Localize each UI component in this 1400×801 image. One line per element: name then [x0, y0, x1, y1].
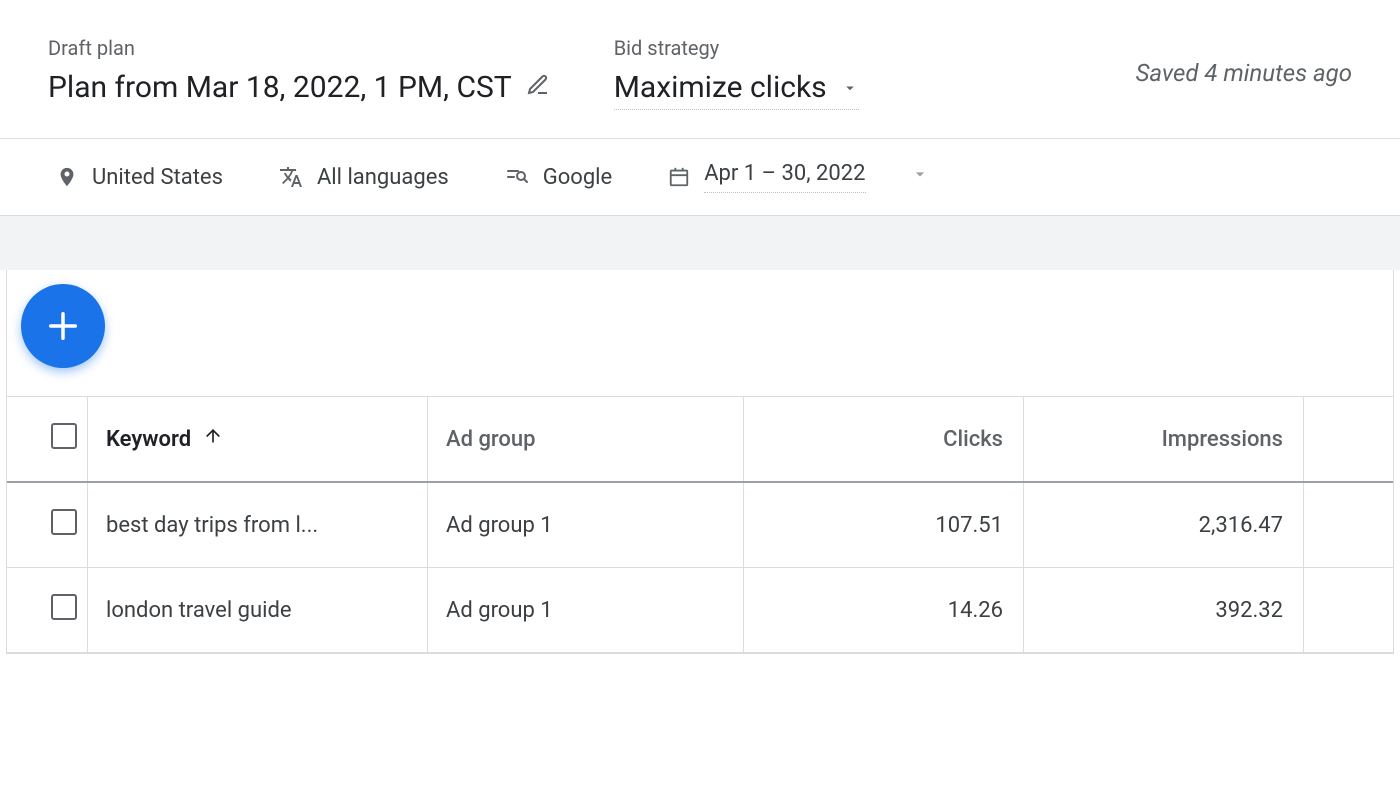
- cell-spacer: [1304, 482, 1394, 568]
- bid-group: Bid strategy Maximize clicks: [614, 36, 859, 110]
- location-filter[interactable]: United States: [56, 165, 223, 190]
- network-value: Google: [543, 165, 612, 190]
- header-keyword-label: Keyword: [106, 427, 191, 452]
- plan-name-row: Plan from Mar 18, 2022, 1 PM, CST: [48, 70, 550, 105]
- header-impressions[interactable]: Impressions: [1024, 397, 1304, 482]
- cell-keyword: best day trips from l...: [88, 482, 428, 568]
- header-spacer: [1304, 397, 1394, 482]
- content-gap: [0, 216, 1400, 270]
- plan-label: Draft plan: [48, 36, 550, 60]
- row-checkbox[interactable]: [51, 594, 77, 620]
- header-keyword[interactable]: Keyword: [88, 397, 428, 482]
- keyword-table-card: Keyword Ad group Clicks Impressions best…: [6, 270, 1394, 654]
- sort-arrow-up-icon: [203, 426, 223, 452]
- bid-strategy-dropdown[interactable]: Maximize clicks: [614, 70, 859, 110]
- cell-impressions: 2,316.47: [1024, 482, 1304, 568]
- language-filter[interactable]: All languages: [279, 165, 449, 190]
- language-value: All languages: [317, 165, 449, 190]
- date-range-filter[interactable]: Apr 1 – 30, 2022: [668, 161, 929, 193]
- add-keyword-button[interactable]: [21, 284, 105, 368]
- cell-clicks: 107.51: [744, 482, 1024, 568]
- cell-keyword: london travel guide: [88, 568, 428, 653]
- table-row: london travel guideAd group 114.26392.32: [7, 568, 1393, 653]
- date-range-value: Apr 1 – 30, 2022: [704, 161, 865, 186]
- saved-status: Saved 4 minutes ago: [1136, 59, 1352, 87]
- keyword-table: Keyword Ad group Clicks Impressions best…: [7, 397, 1393, 653]
- cell-adgroup: Ad group 1: [428, 568, 744, 653]
- page-header: Draft plan Plan from Mar 18, 2022, 1 PM,…: [0, 0, 1400, 139]
- bid-label: Bid strategy: [614, 36, 859, 60]
- table-header-row: Keyword Ad group Clicks Impressions: [7, 397, 1393, 482]
- cell-adgroup: Ad group 1: [428, 482, 744, 568]
- search-network-icon: [505, 165, 529, 189]
- row-checkbox-cell: [7, 482, 88, 568]
- cell-impressions: 392.32: [1024, 568, 1304, 653]
- caret-down-icon: [841, 70, 859, 105]
- caret-down-icon: [910, 164, 930, 190]
- edit-plan-name-icon[interactable]: [526, 70, 550, 105]
- header-checkbox-cell: [7, 397, 88, 482]
- row-checkbox-cell: [7, 568, 88, 653]
- bid-strategy-value: Maximize clicks: [614, 70, 827, 105]
- row-checkbox[interactable]: [51, 509, 77, 535]
- cell-clicks: 14.26: [744, 568, 1024, 653]
- header-clicks[interactable]: Clicks: [744, 397, 1024, 482]
- plan-name: Plan from Mar 18, 2022, 1 PM, CST: [48, 70, 512, 105]
- filter-bar: United States All languages Google Apr 1…: [0, 139, 1400, 216]
- translate-icon: [279, 165, 303, 189]
- plan-group: Draft plan Plan from Mar 18, 2022, 1 PM,…: [48, 36, 550, 105]
- location-pin-icon: [56, 166, 78, 188]
- header-adgroup[interactable]: Ad group: [428, 397, 744, 482]
- fab-row: [7, 270, 1393, 397]
- calendar-icon: [668, 166, 690, 188]
- cell-spacer: [1304, 568, 1394, 653]
- table-row: best day trips from l...Ad group 1107.51…: [7, 482, 1393, 568]
- select-all-checkbox[interactable]: [51, 423, 77, 449]
- network-filter[interactable]: Google: [505, 165, 612, 190]
- location-value: United States: [92, 165, 223, 190]
